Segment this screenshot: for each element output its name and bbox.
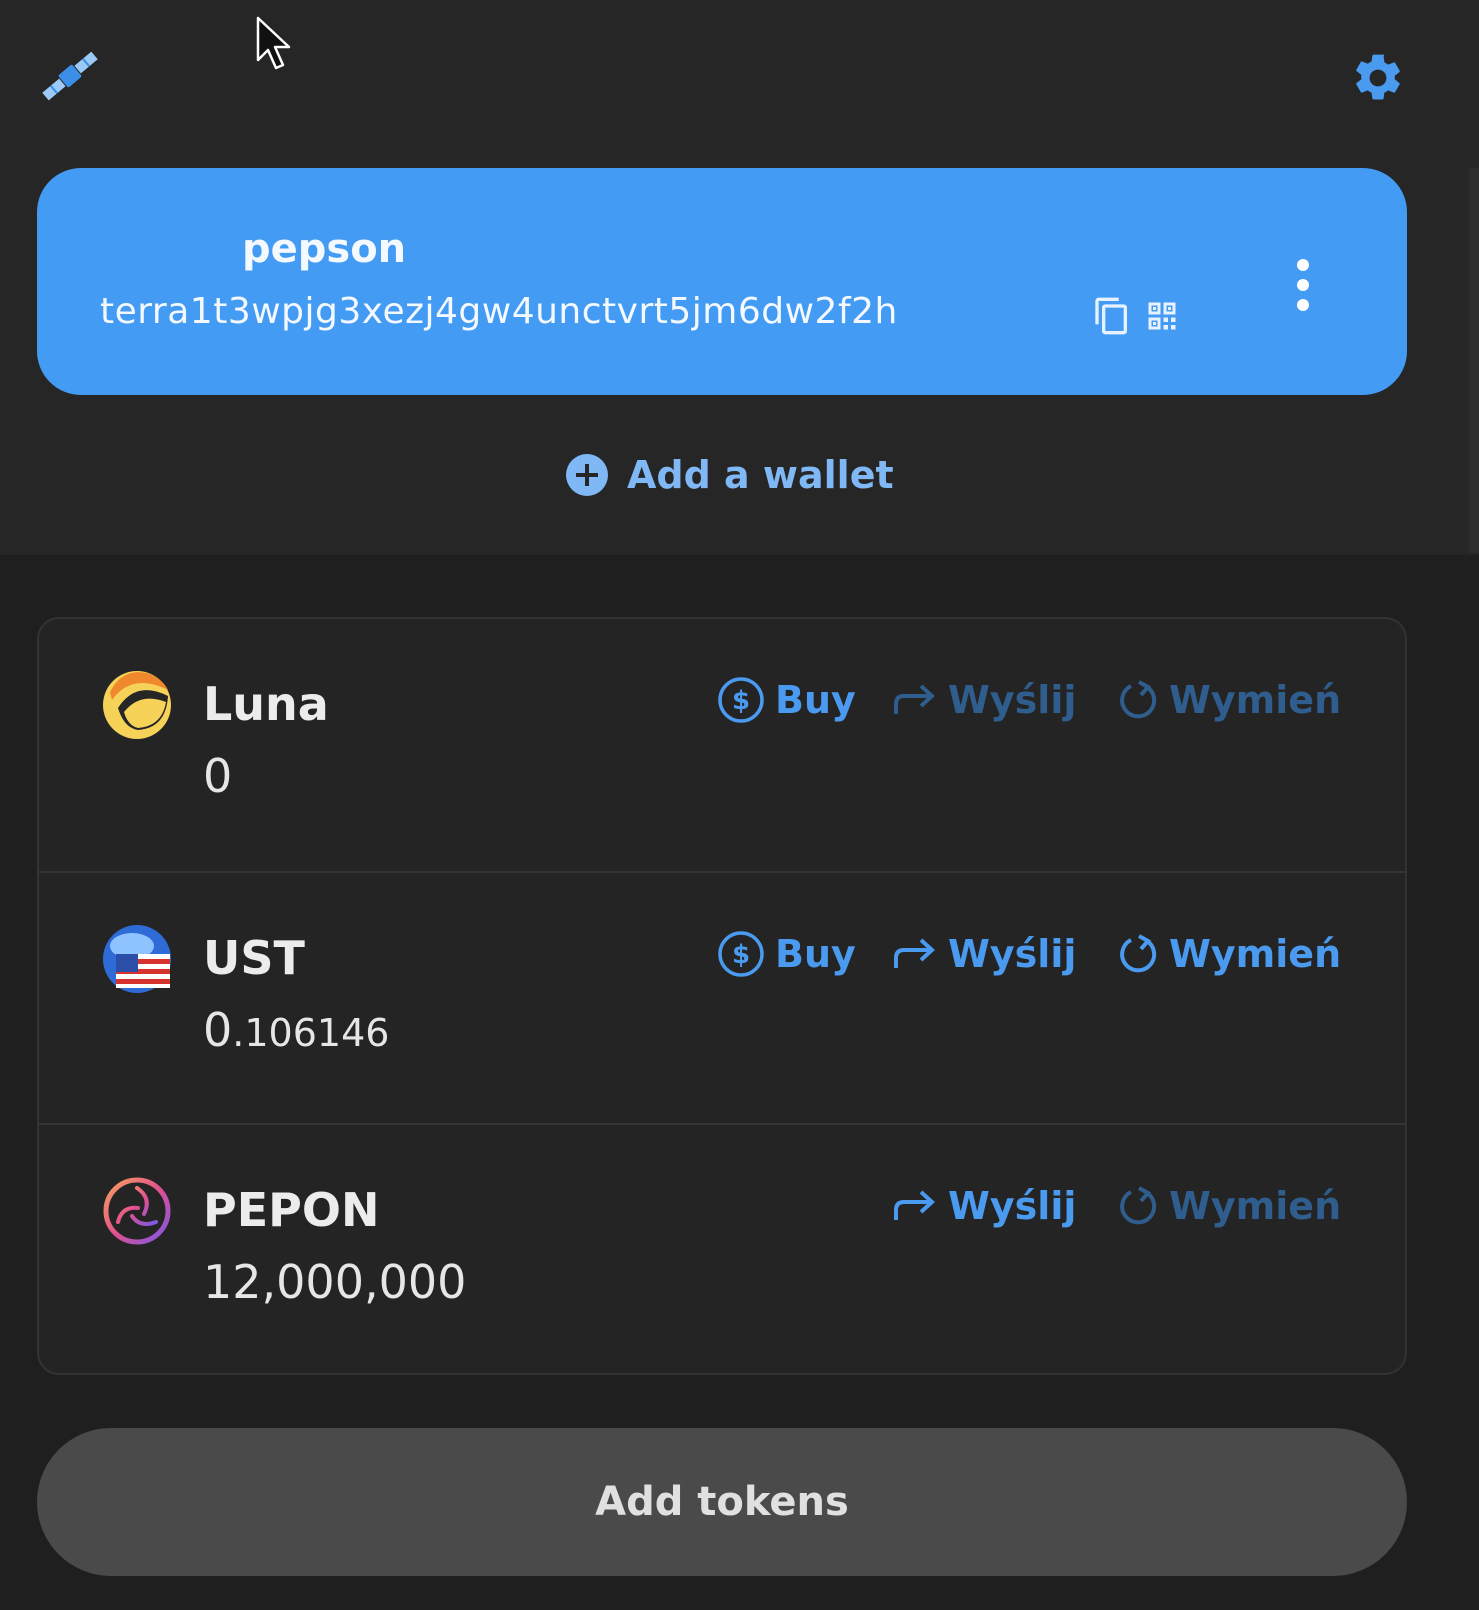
dollar-circle-icon: $: [718, 931, 764, 977]
add-wallet-label: Add a wallet: [627, 453, 894, 497]
ust-icon: [103, 925, 171, 993]
arrow-forward-icon: [894, 684, 935, 714]
refresh-icon: [1120, 680, 1157, 719]
copy-icon[interactable]: [1092, 296, 1132, 336]
swap-button[interactable]: Wymień: [1117, 1181, 1341, 1231]
svg-text:$: $: [732, 940, 750, 970]
add-wallet-button[interactable]: Add a wallet: [565, 450, 894, 500]
token-row-pepon: PEPON 12,000,000 Wyślij Wymień: [39, 1123, 1405, 1375]
refresh-icon: [1120, 934, 1157, 973]
send-button[interactable]: Wyślij: [892, 929, 1076, 979]
scrollbar[interactable]: [1469, 168, 1479, 553]
token-name: PEPON: [203, 1183, 380, 1237]
satellite-icon: [42, 51, 98, 101]
buy-button[interactable]: $ Buy: [717, 675, 856, 725]
swap-button[interactable]: Wymień: [1117, 675, 1341, 725]
gear-icon[interactable]: [1350, 50, 1406, 106]
swap-button[interactable]: Wymień: [1117, 929, 1341, 979]
dollar-circle-icon: $: [718, 677, 764, 723]
add-tokens-button[interactable]: Add tokens: [37, 1428, 1407, 1576]
token-row-ust: UST 0.106146 $ Buy Wyślij Wymień: [39, 871, 1405, 1123]
refresh-icon: [1120, 1186, 1157, 1225]
svg-text:$: $: [732, 686, 750, 716]
vertical-dots-icon[interactable]: [1285, 253, 1321, 317]
arrow-forward-icon: [894, 1190, 935, 1220]
qr-code-icon[interactable]: [1144, 298, 1180, 334]
token-balance: 0: [203, 749, 233, 803]
wallet-card[interactable]: pepson terra1t3wpjg3xezj4gw4unctvrt5jm6d…: [37, 168, 1407, 395]
buy-button[interactable]: $ Buy: [717, 929, 856, 979]
arrow-forward-icon: [894, 938, 935, 968]
token-balance: 0.106146: [203, 1003, 390, 1057]
wallet-name: pepson: [242, 226, 407, 272]
mouse-cursor-icon: [256, 16, 291, 70]
token-list: Luna 0 $ Buy Wyślij Wymień UST 0.106146 …: [37, 617, 1407, 1375]
token-name: UST: [203, 931, 305, 985]
wallet-address: terra1t3wpjg3xezj4gw4unctvrt5jm6dw2f2h: [100, 291, 898, 332]
token-balance: 12,000,000: [203, 1255, 467, 1309]
send-button[interactable]: Wyślij: [892, 1181, 1076, 1231]
pepon-icon: [103, 1177, 171, 1245]
token-name: Luna: [203, 677, 329, 731]
token-row-luna: Luna 0 $ Buy Wyślij Wymień: [39, 619, 1405, 871]
luna-icon: [103, 671, 171, 739]
plus-circle-icon: [566, 454, 608, 496]
send-button[interactable]: Wyślij: [892, 675, 1076, 725]
